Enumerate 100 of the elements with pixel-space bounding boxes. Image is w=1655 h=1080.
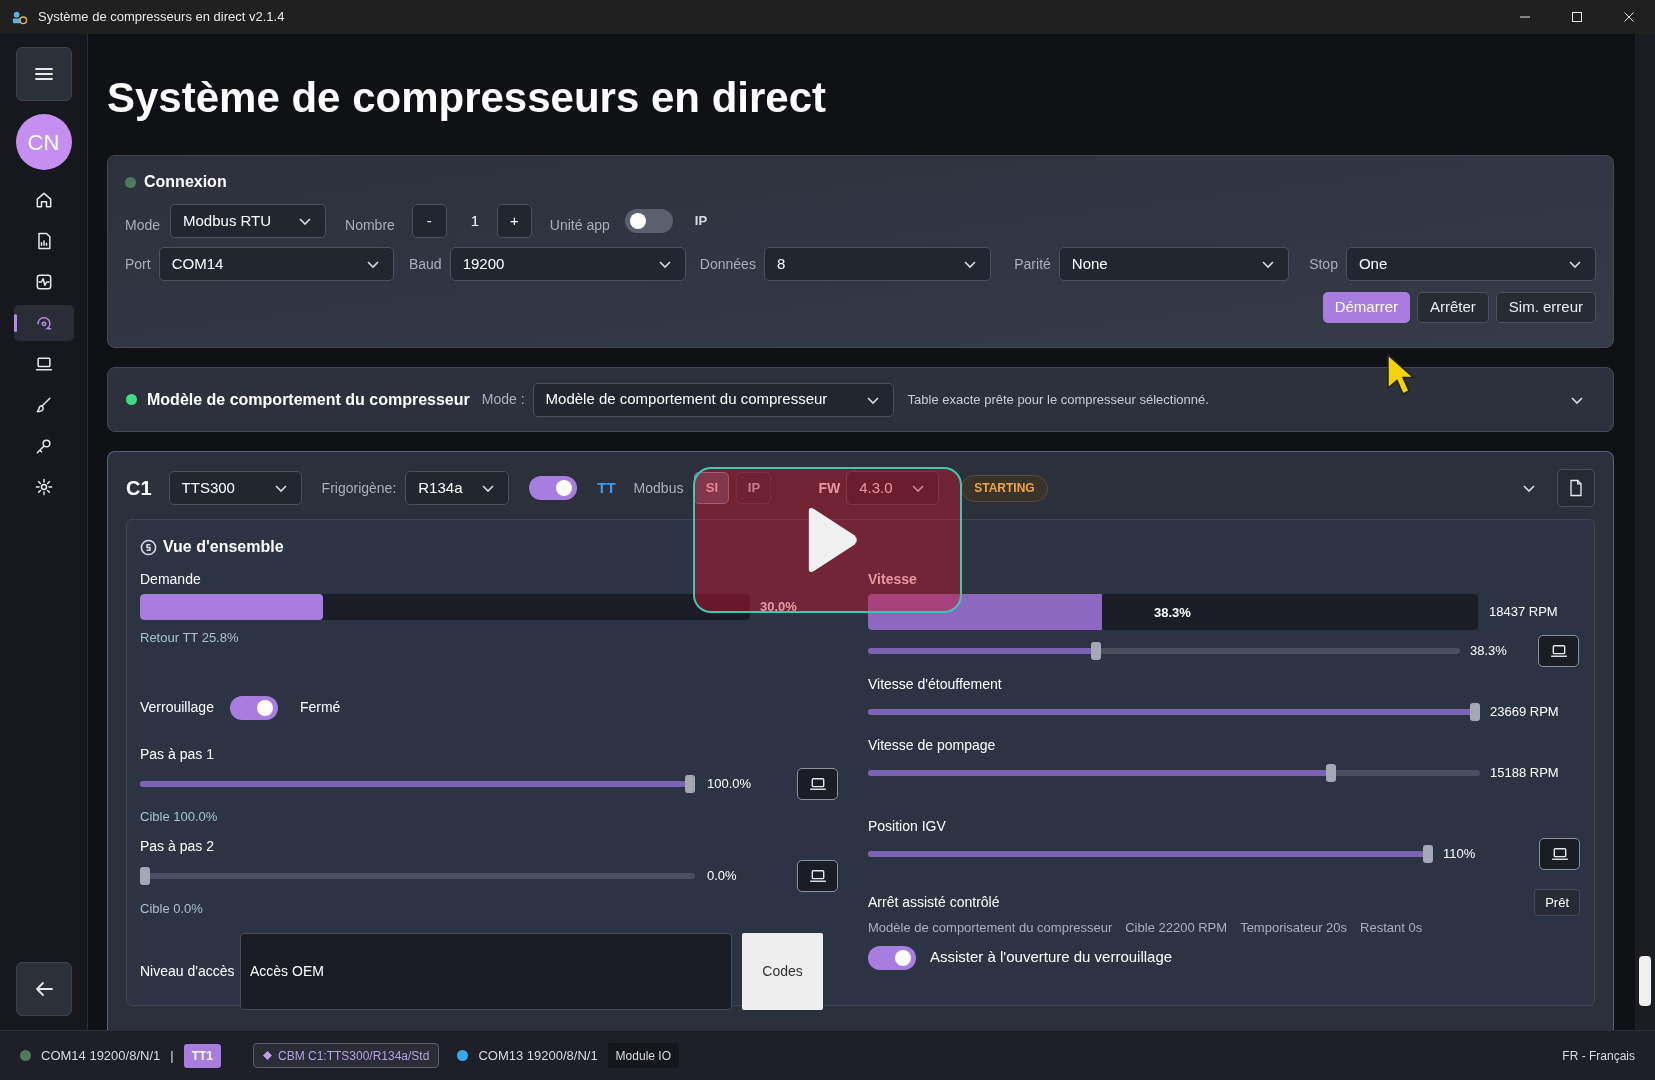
separator-text: | [170, 1046, 174, 1065]
window-title: Système de compresseurs en direct v2.1.4 [38, 8, 285, 27]
secondary-text: Cible 100.0% [140, 807, 219, 826]
access-level-field[interactable]: Accès OEM [240, 932, 732, 1010]
slider[interactable] [868, 703, 1480, 721]
model-dropdown[interactable]: TTS300 [168, 471, 302, 505]
laptop-icon [33, 354, 54, 374]
back-button[interactable] [15, 962, 72, 1016]
slider-thumb[interactable] [140, 867, 150, 885]
field-label: Frigorigène: [321, 478, 397, 498]
menu-button[interactable] [15, 47, 72, 101]
action-button[interactable]: Sim. erreur [1495, 292, 1596, 323]
mode-dropdown[interactable]: Modèle de comportement du compresseur [532, 382, 894, 417]
slider[interactable] [140, 774, 695, 793]
action-button[interactable]: Arrêter [1416, 292, 1489, 323]
info-text: Restant 0s [1360, 919, 1423, 937]
serial-dropdown[interactable]: COM14 [158, 247, 394, 281]
serial-dropdown[interactable]: None [1058, 247, 1290, 281]
status-text: COM13 19200/8/N/1 [478, 1046, 598, 1065]
field-label: Position IGV [868, 817, 947, 836]
page-title: Système de compresseurs en direct [107, 73, 827, 123]
serial-dropdown[interactable]: 19200 [449, 247, 686, 281]
tt-label: TT [597, 477, 616, 498]
decrement-button[interactable]: - [411, 204, 447, 238]
monitor-button[interactable] [797, 767, 838, 800]
state-text: Fermé [299, 698, 341, 717]
enable-toggle[interactable] [529, 476, 578, 500]
assist-toggle[interactable] [868, 945, 916, 970]
value-text: 110% [1443, 845, 1477, 864]
settings-icon [33, 477, 54, 497]
value-text: 38.3% [1470, 642, 1508, 661]
slider-thumb[interactable] [1470, 703, 1480, 721]
slider-thumb[interactable] [1090, 642, 1101, 660]
toggle-label: IP [694, 212, 708, 231]
field-label: Pas à pas 1 [140, 744, 215, 764]
slider[interactable] [868, 642, 1460, 660]
serial-dropdown[interactable]: 8 [763, 247, 992, 281]
field-label: Nombre [345, 215, 395, 235]
secondary-text: Retour TT 25.8% [140, 629, 240, 647]
value-text: 100.0% [707, 774, 753, 793]
info-text: Temporisateur 20s [1240, 919, 1348, 937]
value-text: 15188 RPM [1490, 764, 1559, 783]
overview-icon [140, 538, 157, 556]
info-text: Cible 22200 RPM [1125, 919, 1228, 937]
field-label: FW [818, 478, 841, 498]
slider[interactable] [868, 845, 1433, 863]
lock-toggle[interactable] [229, 695, 278, 720]
panel-title: Modèle de comportement du compresseur [147, 389, 470, 410]
slider-thumb[interactable] [1325, 764, 1336, 782]
status-text: COM14 19200/8/N/1 [41, 1046, 161, 1065]
monitor-button[interactable] [1538, 635, 1579, 667]
slider[interactable] [140, 867, 695, 885]
slider-thumb[interactable] [685, 774, 695, 793]
unit-toggle[interactable] [624, 209, 673, 233]
codes-button[interactable]: Codes [742, 932, 823, 1010]
serial-dropdown[interactable]: One [1345, 247, 1596, 281]
info-text: Modèle de comportement du compresseur [868, 919, 1113, 937]
status-badge: STARTING [961, 474, 1048, 502]
laptop-icon [808, 869, 827, 883]
language-text: FR - Français [1562, 1047, 1635, 1065]
bar-value-text: 38.3% [1154, 604, 1191, 622]
value-text: 30.0% [760, 598, 797, 617]
field-label: Unité app [549, 215, 610, 235]
secondary-text: Cible 0.0% [140, 900, 204, 918]
increment-button[interactable]: + [496, 204, 532, 238]
mode-dropdown[interactable]: Modbus RTU [170, 204, 327, 238]
diamond-icon [262, 1051, 272, 1060]
slider-thumb[interactable] [1423, 845, 1433, 863]
status-label: Module IO [607, 1043, 679, 1068]
nav-item[interactable] [13, 305, 74, 341]
compressor-id: C1 [126, 476, 152, 501]
field-label: Vitesse d'étouffement [868, 675, 1003, 694]
field-label: Pas à pas 2 [140, 837, 215, 856]
status-tag: TT1 [183, 1043, 221, 1068]
slider[interactable] [868, 764, 1480, 782]
field-label: Vitesse de pompage [868, 736, 997, 755]
play-button-overlay[interactable] [693, 467, 962, 613]
value-text: 23669 RPM [1490, 703, 1559, 722]
count-value: 1 [470, 210, 481, 231]
laptop-icon [1549, 644, 1568, 658]
refrigerant-dropdown[interactable]: R134a [405, 471, 510, 505]
chip-text: CBM C1:TTS300/R134a/Std [277, 1047, 430, 1065]
monitor-button[interactable] [797, 860, 838, 892]
field-label: Parité [1014, 254, 1051, 274]
monitor-button[interactable] [1539, 838, 1580, 870]
field-label: Mode : [481, 390, 525, 409]
field-label: Baud [408, 254, 442, 274]
scrollbar[interactable] [1635, 34, 1655, 1030]
value-text: 18437 RPM [1489, 603, 1558, 622]
document-button[interactable] [1557, 469, 1595, 507]
cursor-icon [1385, 352, 1415, 397]
field-label: Arrêt assisté contrôlé [868, 893, 1000, 912]
laptop-icon [808, 776, 827, 791]
firmware-dropdown[interactable]: 4.3.0 [846, 471, 940, 505]
field-label: Mode [125, 215, 161, 235]
field-label: Verrouillage [140, 698, 214, 717]
field-label: Stop [1309, 254, 1338, 274]
ready-badge: Prêt [1534, 889, 1580, 916]
status-message: Table exacte prête pour le compresseur sélectionné. [907, 390, 1209, 409]
field-label: Port [125, 254, 151, 274]
